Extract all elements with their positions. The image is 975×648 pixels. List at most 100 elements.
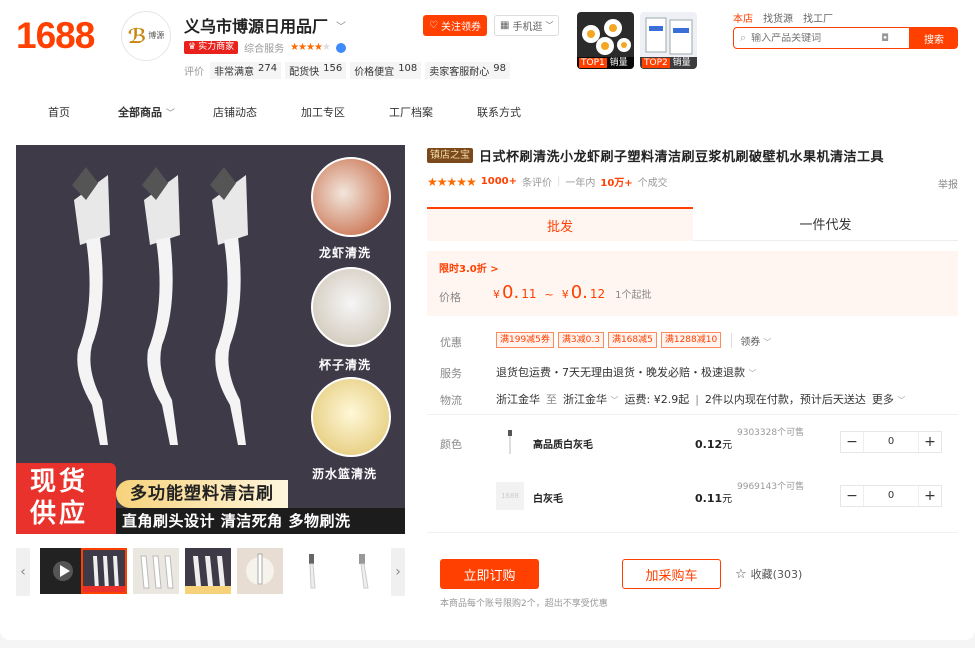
thumbnail-image[interactable] [185, 548, 231, 594]
product-title: 日式杯刷清洗小龙虾刷子塑料清洁刷豆浆机刷破壁机水果机清洁工具 [479, 150, 885, 165]
plus-button[interactable]: + [919, 432, 941, 452]
more-logistics[interactable]: 更多 ﹀ [872, 391, 906, 407]
logistics-label: 物流 [440, 394, 462, 407]
follow-label: 关注领券 [440, 22, 481, 33]
chevron-down-icon: ﹀ [897, 396, 906, 405]
site-logo[interactable]: 1688 [16, 16, 95, 56]
chevron-down-icon: ﹀ [545, 21, 554, 30]
top-rank-suffix: 销量 [672, 58, 691, 68]
color-stock: 9969143个可售 [737, 482, 805, 492]
freight: 运费: ¥2.9起 [624, 393, 690, 406]
price-high-dec: 12 [589, 287, 606, 301]
banner-features: 直角刷头设计 清洁死角 多物刷洗 [116, 508, 405, 534]
play-icon [53, 561, 73, 581]
thumbnail-image[interactable] [237, 548, 283, 594]
coupon-tag[interactable]: 满199减5券 [496, 332, 554, 348]
coupon-tag[interactable]: 满1288减10 [660, 332, 722, 348]
thumbnail-image[interactable] [133, 548, 179, 594]
tab-wholesale[interactable]: 批发 [427, 207, 693, 241]
minus-button[interactable]: − [841, 486, 863, 506]
banner-headline: 多功能塑料清洁刷 [116, 480, 288, 508]
camera-icon[interactable]: ◘ [881, 33, 889, 44]
nav-home[interactable]: 首页 [48, 104, 70, 120]
chevron-right-icon[interactable]: › [391, 548, 405, 596]
brush-thumb-icon [140, 555, 174, 589]
service-terms[interactable]: 退货包运费・7天无理由退货・晚发必赔・极速退款 ﹀ [496, 364, 757, 380]
coupon-tag[interactable]: 满168减5 [607, 332, 657, 348]
top-rank-tag: TOP2 销量 [640, 57, 697, 69]
price-range: ¥0. 11 ~ ¥0. 12 1个起批 [493, 282, 652, 303]
info-icon[interactable] [335, 42, 346, 53]
shop-name[interactable]: 义乌市博源日用品厂 ﹀ [184, 13, 346, 37]
shop-avatar[interactable]: ℬ 博源 [121, 11, 171, 61]
price-low-int: 0. [502, 282, 520, 303]
search-button[interactable]: 搜索 [910, 27, 958, 49]
color-swatch[interactable] [496, 428, 524, 456]
rating-stars: ★★★★★ [427, 174, 477, 189]
favorite-button[interactable]: ☆ 收藏(303) [735, 566, 802, 582]
rating-pill: 配货快 156 [285, 62, 347, 79]
follow-coupon-button[interactable]: ♡ 关注领券 [423, 15, 487, 36]
color-name: 白灰毛 [533, 494, 563, 505]
thumbnail-image[interactable] [81, 548, 127, 594]
divider [427, 414, 958, 415]
quantity-input[interactable]: 0 [863, 486, 919, 506]
price-high-int: 0. [570, 282, 588, 303]
main-product-image[interactable]: 龙虾清洗 杯子清洗 沥水篮清洗 现货供应 多功能塑料清洁刷 直角刷头设计 清洁死… [16, 145, 405, 534]
shop-logo-text: 博源 [148, 31, 165, 40]
brush-thumb-icon [309, 554, 316, 589]
review-count[interactable]: 1000+ [481, 176, 517, 187]
plus-button[interactable]: + [919, 486, 941, 506]
coupon-tag[interactable]: 满3减0.3 [557, 332, 604, 348]
nav-contact[interactable]: 联系方式 [477, 104, 521, 120]
rating-value: 274 [258, 63, 278, 74]
color-price-value: 0.12 [695, 438, 723, 451]
top-seller-thumb-2[interactable]: TOP2 销量 [640, 12, 697, 69]
chevron-down-icon: ﹀ [748, 369, 757, 378]
brush-swatch-icon [508, 430, 512, 454]
color-price-unit: 元 [722, 440, 733, 451]
color-price-unit: 元 [722, 494, 733, 505]
minus-button[interactable]: − [841, 432, 863, 452]
thumbnail-image[interactable] [341, 548, 387, 594]
add-to-cart-button[interactable]: 加采购车 [622, 559, 721, 589]
thumbnail-video[interactable] [40, 548, 86, 594]
tab-dropship[interactable]: 一件代发 [693, 207, 958, 241]
nav-shop-news[interactable]: 店铺动态 [213, 104, 257, 120]
search-tab-factory[interactable]: 找工厂 [803, 10, 833, 25]
ship-to-select[interactable]: 浙江金华 ﹀ [563, 391, 619, 407]
buy-now-button[interactable]: 立即订购 [440, 559, 539, 589]
mobile-browse-button[interactable]: ▦ 手机逛 ﹀ [494, 15, 560, 36]
divider [427, 532, 958, 533]
rating-label: 配货快 [289, 67, 320, 78]
top-rank: TOP2 [642, 58, 670, 68]
thumbnail-image[interactable] [289, 548, 335, 594]
site-logo-watermark: 1688 [501, 492, 519, 500]
shop-logo-mark: ℬ [127, 24, 147, 48]
top-rank: TOP1 [579, 58, 607, 68]
color-swatch[interactable]: 1688 [496, 482, 524, 510]
report-link[interactable]: 举报 [938, 176, 958, 191]
search-tab-source[interactable]: 找货源 [763, 10, 793, 25]
chevron-left-icon[interactable]: ‹ [16, 548, 30, 596]
nav-factory-profile[interactable]: 工厂档案 [389, 104, 433, 120]
sold-count: 10万+ [600, 178, 633, 189]
quantity-input[interactable]: 0 [863, 432, 919, 452]
top-seller-thumb-1[interactable]: TOP1 销量 [577, 12, 634, 69]
search-input[interactable] [751, 32, 877, 44]
color-name: 高品质白灰毛 [533, 440, 593, 451]
claim-coupon-button[interactable]: 领券 ﹀ [731, 332, 772, 348]
rating-pill: 卖家客服耐心 98 [425, 62, 511, 79]
circle-label-lobster: 龙虾清洗 [319, 246, 372, 260]
nav-processing[interactable]: 加工专区 [301, 104, 345, 120]
chevron-down-icon: ﹀ [763, 337, 772, 347]
strength-badge: ♛ 实力商家 [184, 41, 239, 54]
search-tab-shop[interactable]: 本店 [733, 10, 753, 25]
flash-discount[interactable]: 限时3.0折 > [439, 260, 499, 275]
circle-label-basket: 沥水篮清洗 [312, 467, 378, 481]
rating-label: 价格便宜 [354, 67, 395, 78]
nav-all-products[interactable]: 全部商品 ﹀ [118, 104, 175, 120]
circle-label-cup: 杯子清洗 [319, 358, 372, 372]
brush-thumb-icon [359, 554, 369, 589]
color-option-row: 高品质白灰毛 0.12元 9303328个可售 − 0 + [496, 424, 956, 460]
